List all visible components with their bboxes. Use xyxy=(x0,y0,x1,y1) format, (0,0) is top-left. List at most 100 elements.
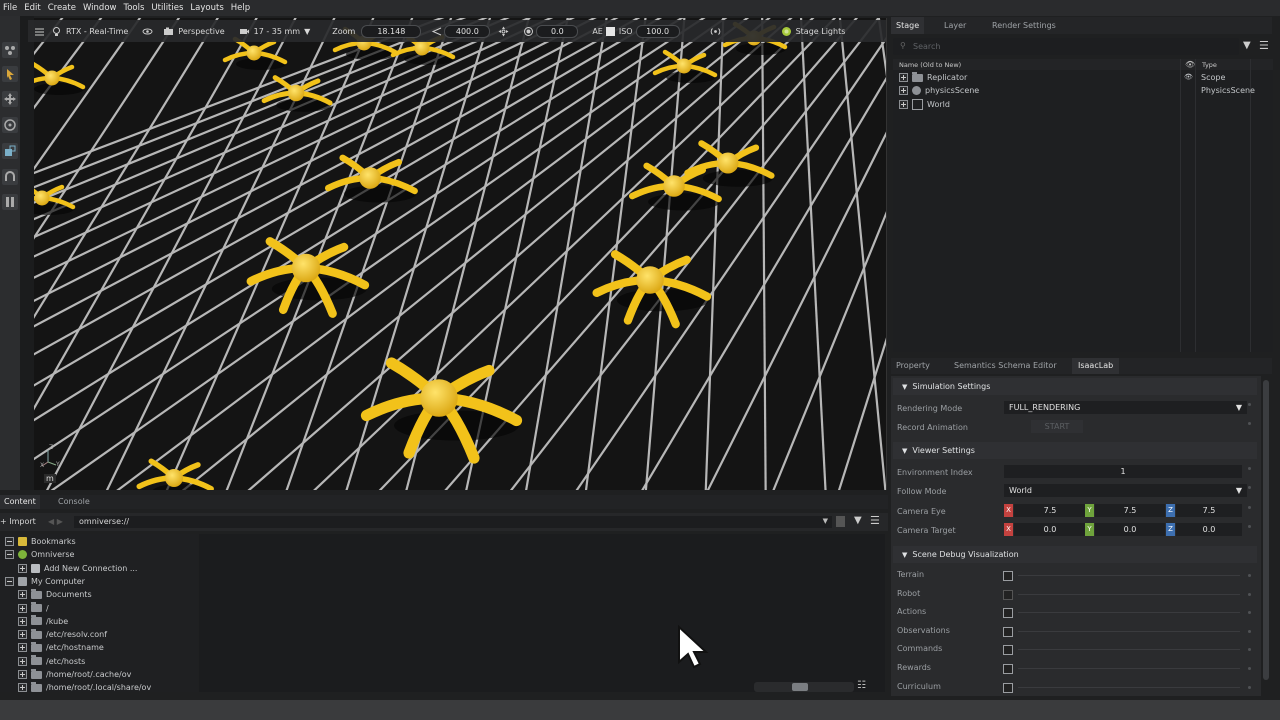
camera-selector[interactable]: Perspective xyxy=(163,26,225,37)
reset-dot-icon[interactable] xyxy=(1248,422,1251,425)
expand-icon[interactable] xyxy=(18,670,27,679)
expand-icon[interactable] xyxy=(18,656,27,666)
exposure-field[interactable]: 0.0 xyxy=(536,24,579,38)
menu-window[interactable]: Window xyxy=(83,3,117,13)
filter-icon[interactable]: ▼ xyxy=(854,515,862,526)
tree-item[interactable]: /etc/resolv.conf xyxy=(18,628,107,641)
reset-dot-icon[interactable] xyxy=(1248,648,1251,652)
visibility-eye-icon[interactable] xyxy=(142,26,153,37)
stage-row[interactable]: World xyxy=(899,98,950,111)
camera-target-y-field[interactable]: 0.0 xyxy=(1095,523,1165,536)
tree-item[interactable]: My Computer xyxy=(5,575,85,588)
camera-eye-y-field[interactable]: 7.5 xyxy=(1095,504,1165,517)
tree-item[interactable]: /etc/hosts xyxy=(18,655,85,668)
reset-dot-icon[interactable] xyxy=(1248,667,1251,670)
select-mode-icon[interactable] xyxy=(2,42,18,58)
reset-dot-icon[interactable] xyxy=(1248,403,1251,406)
reset-dot-icon[interactable] xyxy=(1248,685,1251,689)
path-dropdown-icon[interactable]: ▼ xyxy=(823,517,828,525)
reset-dot-icon[interactable] xyxy=(1248,592,1251,596)
viewer-settings-header[interactable]: ▼ Viewer Settings xyxy=(893,442,1257,459)
collapse-icon[interactable] xyxy=(5,537,14,546)
debug-item-checkbox[interactable] xyxy=(1003,589,1013,600)
pause-icon[interactable] xyxy=(2,194,18,210)
horizontal-scrollbar[interactable] xyxy=(754,682,854,692)
stage-row[interactable]: Replicator xyxy=(899,71,967,84)
rotate-tool-icon[interactable] xyxy=(2,117,18,133)
debug-item-checkbox[interactable] xyxy=(1003,626,1013,637)
tab-console[interactable]: Console xyxy=(54,495,94,509)
stage-options-icon[interactable]: ☰ xyxy=(1259,39,1269,52)
menu-tools[interactable]: Tools xyxy=(123,3,144,13)
column-type-header[interactable]: Type xyxy=(1202,61,1217,69)
menu-create[interactable]: Create xyxy=(48,3,76,13)
camera-eye-z-field[interactable]: 7.5 xyxy=(1176,504,1242,517)
bookmark-icon[interactable] xyxy=(836,516,845,527)
stage-row[interactable]: physicsScene xyxy=(899,84,979,97)
stage-filter-icon[interactable]: ▼ xyxy=(1243,40,1251,51)
menu-file[interactable]: File xyxy=(3,3,17,13)
menu-help[interactable]: Help xyxy=(231,3,250,13)
stage-lights-toggle[interactable]: Stage Lights xyxy=(781,26,845,37)
camera-target-x-field[interactable]: 0.0 xyxy=(1014,523,1086,536)
tab-property[interactable]: Property xyxy=(891,358,935,374)
follow-mode-dropdown[interactable]: World ▼ xyxy=(1004,484,1247,497)
visibility-column-icon[interactable]: 👁 xyxy=(1185,60,1195,69)
camera-target-z-field[interactable]: 0.0 xyxy=(1176,523,1242,536)
back-arrow-icon[interactable]: ◀ ▶ xyxy=(48,517,63,526)
expand-icon[interactable] xyxy=(18,616,27,626)
tree-item[interactable]: Bookmarks xyxy=(5,535,76,548)
debug-item-checkbox[interactable] xyxy=(1003,571,1013,581)
expand-icon[interactable] xyxy=(899,99,908,109)
options-menu-icon[interactable]: ☰ xyxy=(870,514,880,527)
viewport[interactable]: X Y Z m xyxy=(34,18,887,490)
ae-checkbox[interactable] xyxy=(605,26,615,36)
broadcast-icon[interactable] xyxy=(710,26,721,37)
path-field[interactable]: omniverse:// ▼ xyxy=(74,516,832,528)
debug-item-checkbox[interactable] xyxy=(1003,645,1013,656)
zoom-value[interactable]: 18.148 xyxy=(361,24,422,38)
menu-layouts[interactable]: Layouts xyxy=(190,3,223,13)
debug-item-checkbox[interactable] xyxy=(1003,682,1013,693)
iso-field[interactable]: 100.0 xyxy=(635,24,680,38)
property-scrollbar[interactable] xyxy=(1263,380,1269,680)
tab-content[interactable]: Content xyxy=(0,495,40,509)
collapse-icon[interactable] xyxy=(5,550,14,560)
stage-search-field[interactable]: ⚲ Search xyxy=(893,38,1239,55)
reset-dot-icon[interactable] xyxy=(1248,486,1251,489)
tree-item[interactable]: / xyxy=(18,602,49,615)
tree-item[interactable]: /home/root/.local/share/ov xyxy=(18,681,151,694)
expand-icon[interactable] xyxy=(18,590,27,600)
visibility-eye-icon[interactable]: 👁 xyxy=(1184,71,1193,84)
navigation-icon[interactable] xyxy=(498,26,509,37)
reset-dot-icon[interactable] xyxy=(1248,629,1251,633)
menu-edit[interactable]: Edit xyxy=(24,3,40,13)
renderer-selector[interactable]: RTX - Real-Time xyxy=(51,26,128,37)
tree-item[interactable]: Omniverse xyxy=(5,548,74,561)
select-arrow-icon[interactable] xyxy=(2,66,18,82)
debug-item-checkbox[interactable] xyxy=(1003,664,1013,674)
distance-field[interactable]: 400.0 xyxy=(444,24,491,38)
expand-icon[interactable] xyxy=(18,643,27,653)
tree-item[interactable]: Documents xyxy=(18,588,92,601)
reset-dot-icon[interactable] xyxy=(1248,525,1251,528)
reset-dot-icon[interactable] xyxy=(1248,611,1251,615)
lens-selector[interactable]: 17 - 35 mm ▼ xyxy=(239,26,310,37)
tab-render-settings[interactable]: Render Settings xyxy=(987,17,1061,34)
expand-icon[interactable] xyxy=(899,86,908,96)
tree-item[interactable]: /kube xyxy=(18,615,68,628)
tree-item[interactable]: /home/root/.cache/ov xyxy=(18,668,131,681)
camera-eye-x-field[interactable]: 7.5 xyxy=(1014,504,1086,517)
tab-semantics-schema-editor[interactable]: Semantics Schema Editor xyxy=(949,358,1062,374)
snap-magnet-icon[interactable] xyxy=(2,169,18,185)
tab-isaaclab[interactable]: IsaacLab xyxy=(1072,358,1120,374)
reset-dot-icon[interactable] xyxy=(1248,467,1251,470)
menu-utilities[interactable]: Utilities xyxy=(151,3,183,13)
debug-item-checkbox[interactable] xyxy=(1003,608,1013,619)
distance-value[interactable]: 400.0 xyxy=(444,24,491,38)
column-name-header[interactable]: Name (Old to New) xyxy=(899,61,961,69)
tree-item[interactable]: Add New Connection ... xyxy=(18,562,137,575)
iso-value[interactable]: 100.0 xyxy=(635,24,680,38)
list-view-icon[interactable]: ☷ xyxy=(857,680,866,691)
debug-visualization-header[interactable]: ▼ Scene Debug Visualization xyxy=(893,546,1257,563)
